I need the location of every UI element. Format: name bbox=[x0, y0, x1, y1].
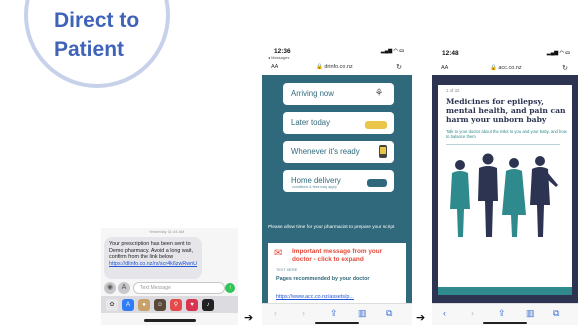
share-icon[interactable]: ⇪ bbox=[498, 308, 506, 318]
people-illustration bbox=[450, 153, 558, 237]
pharmacy-screen: 12:36 ◂ Messages ▂▄▆ ◠ ▭ AA 🔒 drinfo.co.… bbox=[262, 47, 412, 325]
url-domain: 🔒 drinfo.co.nz bbox=[316, 64, 353, 70]
car-icon bbox=[365, 121, 387, 129]
imessage-apps-bar: ✿ A ● ☺ ⚲ ♥ ♪ bbox=[101, 296, 238, 313]
back-to-messages[interactable]: ◂ Messages bbox=[268, 55, 289, 60]
option-whenever-ready[interactable]: Whenever it's ready bbox=[283, 141, 394, 163]
back-icon[interactable]: ‹ bbox=[443, 308, 446, 318]
slide-title: Direct to Patient bbox=[54, 6, 139, 64]
option-later-today[interactable]: Later today bbox=[283, 112, 394, 134]
card-label: TEXT HERE bbox=[276, 268, 298, 272]
address-bar[interactable]: AA 🔒 acc.co.nz ↻ bbox=[432, 61, 578, 75]
message-icon: ✉ bbox=[274, 248, 283, 259]
home-indicator bbox=[315, 322, 359, 324]
memoji-app-icon[interactable]: ☺ bbox=[154, 299, 166, 311]
page-footer-band bbox=[438, 287, 572, 295]
message-bubble: Your prescription has been sent to Demo … bbox=[104, 237, 202, 279]
recommended-pages-heading: Pages recommended by your doctor bbox=[276, 276, 370, 282]
status-bar: 12:48 ▂▄▆ ◠ ▭ bbox=[432, 47, 578, 61]
reload-icon[interactable]: ↻ bbox=[562, 64, 568, 72]
option-home-delivery[interactable]: Home delivery conditions & fees may appl… bbox=[283, 170, 394, 192]
messages-screen: Yesterday 11:44 AM Your prescription has… bbox=[101, 228, 238, 325]
option-sub: conditions & fees may apply bbox=[292, 185, 337, 189]
tabs-icon[interactable]: ⧉ bbox=[553, 308, 559, 318]
bookmarks-icon[interactable]: ▥ bbox=[526, 308, 535, 318]
walking-icon: ⚘ bbox=[374, 88, 384, 99]
bookmarks-icon[interactable]: ▥ bbox=[358, 308, 367, 318]
message-date: Yesterday 11:44 AM bbox=[149, 229, 185, 234]
divider bbox=[446, 144, 560, 145]
delivery-truck-icon bbox=[367, 179, 387, 187]
camera-icon[interactable]: ◉ bbox=[104, 282, 116, 294]
back-icon[interactable]: ‹ bbox=[274, 308, 277, 318]
pdf-page: 1 of 32 Medicines for epilepsy, mental h… bbox=[438, 85, 572, 295]
heart-app-icon[interactable]: ♥ bbox=[186, 299, 198, 311]
message-input-row: ◉ A Text Message ↑ bbox=[104, 282, 235, 294]
signal-wifi-battery-icon: ▂▄▆ ◠ ▭ bbox=[546, 50, 570, 56]
address-bar[interactable]: AA 🔒 drinfo.co.nz ↻ bbox=[262, 61, 412, 75]
app-store-icon[interactable]: A bbox=[118, 282, 130, 294]
clock: 12:48 bbox=[442, 50, 459, 57]
photos-app-icon[interactable]: ✿ bbox=[106, 299, 118, 311]
acc-screen: 12:48 ▂▄▆ ◠ ▭ AA 🔒 acc.co.nz ↻ 1 of 32 M… bbox=[432, 47, 578, 325]
forward-icon[interactable]: › bbox=[471, 308, 474, 318]
page-count: 1 of 32 bbox=[446, 88, 460, 93]
option-label: Later today bbox=[291, 118, 331, 127]
clock: 12:36 bbox=[274, 48, 291, 55]
music-app-icon[interactable]: ♪ bbox=[202, 299, 214, 311]
document-subtitle: Talk to your doctor about the risks to y… bbox=[446, 129, 567, 140]
search-app-icon[interactable]: ⚲ bbox=[170, 299, 182, 311]
safari-toolbar: ‹ › ⇪ ▥ ⧉ bbox=[262, 303, 412, 325]
pdf-viewer: 1 of 32 Medicines for epilepsy, mental h… bbox=[432, 75, 578, 303]
arrow-icon: ➔ bbox=[244, 311, 254, 324]
doctor-message-card[interactable]: ✉ Important message from your doctor - c… bbox=[268, 243, 406, 303]
arrow-icon: ➔ bbox=[416, 311, 426, 324]
option-arriving-now[interactable]: Arriving now ⚘ bbox=[283, 83, 394, 105]
url-domain: 🔒 acc.co.nz bbox=[490, 65, 522, 71]
share-icon[interactable]: ⇪ bbox=[330, 308, 338, 318]
safari-toolbar: ‹ › ⇪ ▥ ⧉ bbox=[432, 303, 578, 325]
message-text: Your prescription has been sent to Demo … bbox=[109, 241, 193, 261]
reader-aa-button[interactable]: AA bbox=[441, 65, 448, 71]
forward-icon[interactable]: › bbox=[302, 308, 305, 318]
title-line-2: Patient bbox=[54, 38, 125, 61]
option-label: Arriving now bbox=[291, 89, 334, 98]
important-message[interactable]: Important message from your doctor - cli… bbox=[292, 248, 402, 263]
send-icon[interactable]: ↑ bbox=[225, 283, 235, 293]
status-bar: 12:36 ◂ Messages ▂▄▆ ◠ ▭ bbox=[262, 47, 412, 61]
phone-icon bbox=[379, 145, 387, 158]
reload-icon[interactable]: ↻ bbox=[396, 63, 402, 71]
sticker-app-icon[interactable]: ● bbox=[138, 299, 150, 311]
signal-wifi-battery-icon: ▂▄▆ ◠ ▭ bbox=[380, 48, 404, 54]
tabs-icon[interactable]: ⧉ bbox=[386, 308, 392, 318]
pharmacy-page: Arriving now ⚘ Later today Whenever it's… bbox=[262, 75, 412, 303]
prepare-notice: Please allow time for your pharmacist to… bbox=[268, 225, 395, 230]
document-title: Medicines for epilepsy, mental health, a… bbox=[446, 97, 566, 124]
prescription-link[interactable]: https://dlinfo.co.nz/rx/scr4k6zwRwnU bbox=[109, 261, 197, 267]
option-label: Whenever it's ready bbox=[291, 147, 360, 156]
home-indicator bbox=[144, 319, 196, 322]
reader-aa-button[interactable]: AA bbox=[271, 64, 278, 70]
title-line-1: Direct to bbox=[54, 9, 140, 32]
option-label: Home delivery bbox=[291, 176, 341, 185]
message-input[interactable]: Text Message bbox=[133, 282, 225, 294]
acc-link[interactable]: https://www.acc.co.nz/assets/p... bbox=[276, 294, 354, 300]
home-indicator bbox=[483, 322, 527, 324]
appstore-app-icon[interactable]: A bbox=[122, 299, 134, 311]
